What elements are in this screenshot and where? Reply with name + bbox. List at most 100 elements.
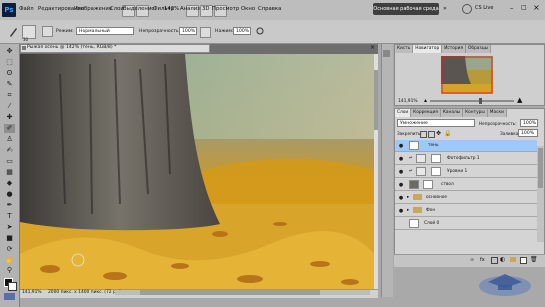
canvas-image[interactable] [20, 54, 374, 289]
healing-brush-tool-icon[interactable]: ✚ [4, 113, 15, 122]
quick-selection-tool-icon[interactable]: ✎ [4, 80, 15, 89]
layer-mask-thumbnail[interactable] [423, 180, 433, 189]
layer-name[interactable]: Фон [426, 208, 435, 213]
gradient-tool-icon[interactable]: ▦ [4, 168, 15, 177]
horizontal-scroll-thumb[interactable] [140, 290, 320, 295]
layer-visibility-eye-icon[interactable]: ● [398, 195, 404, 201]
tab-masks[interactable]: Маски [487, 109, 507, 117]
layer-style-icon[interactable]: fx [480, 257, 485, 263]
menu-item-4[interactable]: Выделение [123, 6, 155, 12]
layer-visibility-eye-icon[interactable]: ● [398, 208, 404, 214]
collapsed-panel-icon[interactable] [383, 50, 390, 57]
adjustment-layer-icon[interactable]: ◐ [500, 256, 505, 263]
layer-name[interactable]: основное [426, 195, 447, 200]
layer-name[interactable]: тень [428, 143, 439, 148]
navigator-zoom-value[interactable]: 141,91% [398, 99, 418, 104]
tab-paths[interactable]: Контуры [463, 109, 488, 117]
move-tool-icon[interactable]: ✥ [4, 47, 15, 56]
background-color-swatch[interactable] [8, 282, 17, 291]
dodge-tool-icon[interactable]: ● [4, 190, 15, 199]
menu-item-0[interactable]: Файл [19, 6, 34, 12]
tab-navigator[interactable]: Навигатор [413, 45, 443, 53]
zoom-in-icon[interactable]: ▲ [517, 96, 522, 104]
lock-all-icon[interactable]: 🔒 [444, 130, 451, 137]
layer-name[interactable]: Фотофильтр 1 [447, 156, 480, 161]
cs-live-button[interactable]: CS Live [475, 5, 493, 11]
mode-select[interactable]: Нормальный [76, 27, 134, 35]
layer-mask-thumbnail[interactable] [431, 167, 441, 176]
history-brush-tool-icon[interactable]: ✍ [4, 146, 15, 155]
expand-arrow-icon[interactable]: ▸ [407, 195, 409, 200]
marquee-tool-icon[interactable]: ⬚ [4, 58, 15, 67]
layer-visibility-eye-icon[interactable]: ● [398, 182, 404, 188]
blur-tool-icon[interactable]: ◆ [4, 179, 15, 188]
tablet-opacity-button[interactable] [200, 27, 211, 38]
type-tool-icon[interactable]: T [4, 212, 15, 221]
tab-swatches[interactable]: Образцы [466, 45, 492, 53]
layer-visibility-eye-icon[interactable]: ● [398, 169, 404, 175]
airbrush-icon[interactable] [255, 26, 265, 36]
minimize-button[interactable]: – [510, 4, 514, 12]
delete-layer-icon[interactable]: 🗑 [530, 256, 538, 263]
document-close-icon[interactable]: × [370, 44, 375, 51]
layer-mask-thumbnail[interactable] [431, 154, 441, 163]
shape-tool-icon[interactable]: ■ [4, 234, 15, 243]
blend-mode-select[interactable]: Умножение [397, 119, 475, 127]
hand-tool-icon[interactable]: ✋ [4, 256, 15, 265]
layer-name[interactable]: Уровни 1 [447, 169, 467, 174]
workspace-switcher-button[interactable]: Основная рабочая среда [373, 3, 439, 15]
brush-panel-toggle[interactable] [42, 26, 53, 37]
layer-visibility-eye-icon[interactable]: ● [398, 143, 404, 149]
layer-name[interactable]: Слой 0 [424, 221, 439, 226]
layers-scroll-thumb[interactable] [538, 148, 543, 188]
clone-stamp-tool-icon[interactable]: ♙ [4, 135, 15, 144]
tab-history[interactable]: История [442, 45, 467, 53]
layer-visibility-eye-icon[interactable]: ● [398, 156, 404, 162]
lock-transparency-icon[interactable] [420, 131, 427, 138]
tab-layers[interactable]: Слои [395, 109, 412, 117]
lock-pixels-icon[interactable] [428, 131, 435, 138]
menu-item-9[interactable]: Окно [241, 6, 255, 12]
menu-item-7[interactable]: 3D [202, 6, 209, 12]
link-layers-icon[interactable]: ∞ [470, 257, 474, 263]
menu-item-8[interactable]: Просмотр [212, 6, 239, 12]
workspace-menu-icon[interactable]: » [443, 5, 447, 12]
close-button[interactable]: × [533, 3, 540, 12]
menu-item-3[interactable]: Слои [110, 6, 124, 12]
zoom-out-icon[interactable]: ▴ [424, 97, 427, 104]
expand-arrow-icon[interactable]: ▸ [407, 208, 409, 213]
lock-position-icon[interactable]: ✥ [436, 130, 441, 137]
menu-item-5[interactable]: Фильтр [153, 6, 174, 12]
add-mask-icon[interactable] [491, 257, 498, 264]
menu-item-2[interactable]: Изображение [74, 6, 112, 12]
maximize-button[interactable]: □ [521, 4, 527, 11]
tab-adjustments[interactable]: Коррекция [411, 109, 441, 117]
navigator-zoom-slider[interactable] [430, 100, 514, 102]
status-zoom[interactable]: 141,91% [22, 290, 42, 295]
lasso-tool-icon[interactable]: ʘ [4, 69, 15, 78]
crop-tool-icon[interactable]: ⌗ [4, 91, 15, 100]
quick-mask-button[interactable] [4, 293, 15, 300]
path-selection-tool-icon[interactable]: ➤ [4, 223, 15, 232]
brush-tool-selected-icon[interactable]: ✐ [4, 124, 15, 133]
menu-item-10[interactable]: Справка [258, 6, 281, 12]
zoom-tool-icon[interactable]: ⚲ [4, 266, 15, 275]
eraser-tool-icon[interactable]: ▭ [4, 157, 15, 166]
3d-rotate-tool-icon[interactable]: ⟳ [4, 245, 15, 254]
fill-input[interactable]: 100% [518, 129, 538, 137]
layer-name[interactable]: ствол [441, 182, 454, 187]
opacity-input[interactable]: 100% [179, 27, 197, 35]
new-layer-icon[interactable] [520, 257, 527, 264]
tab-channels[interactable]: Каналы [440, 109, 464, 117]
navigator-thumbnail[interactable] [441, 56, 493, 94]
pen-tool-icon[interactable]: ✒ [4, 201, 15, 210]
new-group-icon[interactable] [510, 257, 516, 262]
pressure-input[interactable]: 100% [233, 27, 251, 35]
zoom-slider-handle[interactable] [479, 98, 482, 104]
menu-item-6[interactable]: Анализ [180, 6, 200, 12]
tab-brush[interactable]: Кисть [395, 45, 414, 53]
eyedropper-tool-icon[interactable]: ⁄ [4, 102, 15, 111]
layer-opacity-input[interactable]: 100% [520, 119, 538, 127]
brush-tool-icon[interactable] [8, 27, 18, 37]
vertical-scroll-thumb[interactable] [374, 70, 378, 130]
